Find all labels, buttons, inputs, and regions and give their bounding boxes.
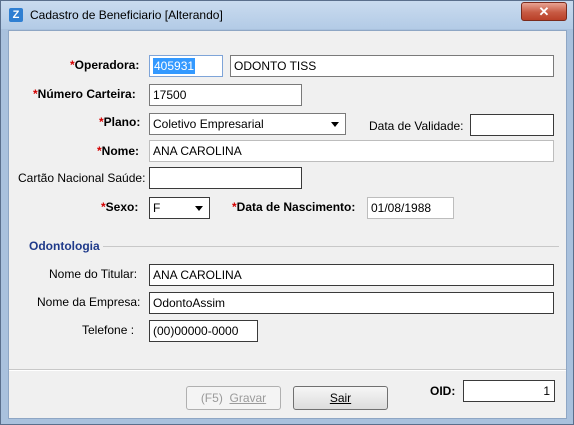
close-button[interactable]: ✕ [521, 2, 567, 21]
sexo-label: *Sexo: [101, 200, 139, 214]
data-nascimento-field[interactable]: 01/08/1988 [367, 197, 454, 219]
operadora-name-field[interactable]: ODONTO TISS [230, 55, 554, 77]
odontologia-group-title: Odontologia [29, 239, 100, 253]
gravar-button[interactable]: (F5) Gravar [186, 386, 281, 410]
cartao-sus-label: Cartão Nacional Saúde: [18, 171, 146, 185]
cadastro-beneficiario-window: Z Cadastro de Beneficiario [Alterando] ✕… [0, 0, 574, 425]
chevron-down-icon [331, 122, 339, 127]
window-title: Cadastro de Beneficiario [Alterando] [30, 8, 223, 22]
sair-button[interactable]: Sair [293, 386, 388, 410]
plano-label: *Plano: [99, 115, 141, 129]
group-divider [103, 246, 559, 247]
gravar-label: Gravar [229, 391, 267, 405]
sexo-select[interactable]: F [149, 197, 210, 219]
footer-separator [9, 369, 566, 371]
telefone-label: Telefone : [82, 323, 135, 337]
oid-field[interactable]: 1 [463, 380, 555, 402]
nome-titular-label: Nome do Titular: [49, 267, 138, 281]
data-validade-field[interactable] [470, 114, 554, 136]
numero-carteira-label: *Número Carteira: [33, 87, 136, 101]
telefone-field[interactable]: (00)00000-0000 [149, 320, 258, 342]
gravar-shortcut: (F5) [200, 391, 223, 405]
nome-empresa-label: Nome da Empresa: [37, 295, 141, 309]
sexo-selected-value: F [153, 201, 161, 215]
chevron-down-icon [195, 206, 203, 211]
plano-selected-value: Coletivo Empresarial [153, 117, 264, 131]
nome-empresa-field[interactable]: OdontoAssim [149, 292, 554, 314]
form-panel: *Operadora: 405931 ODONTO TISS *Número C… [8, 30, 567, 419]
data-nascimento-label: *Data de Nascimento: [232, 200, 356, 214]
data-validade-label: Data de Validade: [369, 119, 464, 133]
plano-select[interactable]: Coletivo Empresarial [149, 113, 346, 135]
sair-label: Sair [329, 391, 352, 405]
app-icon: Z [9, 8, 23, 22]
oid-label: OID: [430, 384, 456, 398]
operadora-code-field[interactable]: 405931 [149, 55, 223, 77]
numero-carteira-field[interactable]: 17500 [149, 84, 302, 106]
nome-titular-field[interactable]: ANA CAROLINA [149, 264, 554, 286]
title-bar[interactable]: Z Cadastro de Beneficiario [Alterando] ✕ [1, 1, 573, 29]
cartao-sus-field[interactable] [149, 167, 302, 189]
operadora-label: *Operadora: [70, 58, 140, 72]
nome-label: *Nome: [97, 144, 140, 158]
nome-field[interactable]: ANA CAROLINA [149, 140, 554, 162]
